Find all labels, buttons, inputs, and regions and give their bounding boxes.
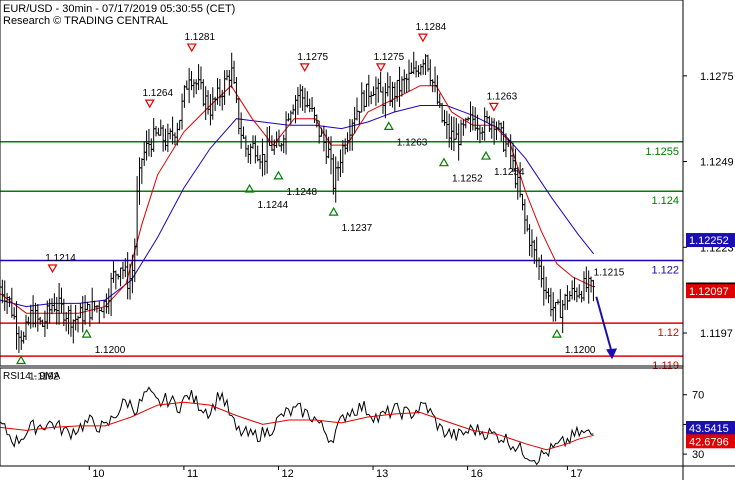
swing-low-label: 1.1200: [95, 345, 126, 356]
chart-canvas[interactable]: 1.12551.1241.1221.121.1191.11921.12141.1…: [0, 0, 735, 480]
key-level-label: 1.12: [658, 327, 679, 339]
swing-high-label: 1.1281: [184, 32, 215, 43]
x-day-label: 16: [471, 468, 483, 480]
swing-low-label: 1.1263: [397, 137, 428, 148]
price-y-tick-label: 1.1197: [700, 328, 733, 340]
price-y-tick-label: 1.1275: [700, 71, 734, 83]
swing-high-label: 1.1275: [374, 52, 405, 63]
swing-high-label: 1.1214: [45, 253, 76, 264]
rsi-y-tick-label: 70: [692, 390, 704, 402]
swing-low-label: 1.1254: [494, 167, 525, 178]
swing-low-label: 1.1244: [258, 200, 289, 211]
swing-high-label: 1.1264: [142, 88, 173, 99]
key-level-label: 1.122: [651, 264, 679, 276]
key-level-label: 1.124: [651, 195, 679, 207]
price-badge-label: 1.12252: [689, 235, 729, 247]
trading-chart: 1.1255 1.124 1.122 1.12 1.119 1.1192 1.1214 1.1…: [0, 0, 735, 480]
x-day-label: 10: [92, 468, 104, 480]
chart-subtitle: Research © TRADING CENTRAL: [3, 15, 168, 27]
level-text-label: 1.1215: [594, 268, 625, 279]
swing-low-label: 1.1200: [565, 345, 596, 356]
swing-low-label: 1.1252: [452, 174, 483, 185]
price-y-tick-label: 1.1249: [700, 157, 734, 169]
x-day-label: 13: [376, 468, 388, 480]
swing-low-label: 1.1248: [286, 187, 317, 198]
chart-title: EUR/USD - 30min - 07/17/2019 05:30:55 (C…: [3, 3, 235, 15]
price-badge-label: 1.12097: [689, 286, 729, 298]
x-day-label: 12: [281, 468, 293, 480]
key-level-label: 1.1255: [645, 146, 679, 158]
x-day-label: 17: [570, 468, 582, 480]
swing-high-label: 1.1284: [416, 22, 447, 33]
swing-high-label: 1.1263: [487, 91, 518, 102]
swing-low-label: 1.1237: [342, 223, 373, 234]
rsi-badge-label: 42.6796: [689, 436, 729, 448]
rsi-label: RSI14 - 9MA: [3, 371, 61, 382]
rsi-y-tick-label: 30: [692, 449, 704, 461]
rsi-badge-label: 43.5415: [689, 423, 729, 435]
swing-high-label: 1.1275: [297, 52, 328, 63]
x-day-label: 11: [187, 468, 198, 480]
